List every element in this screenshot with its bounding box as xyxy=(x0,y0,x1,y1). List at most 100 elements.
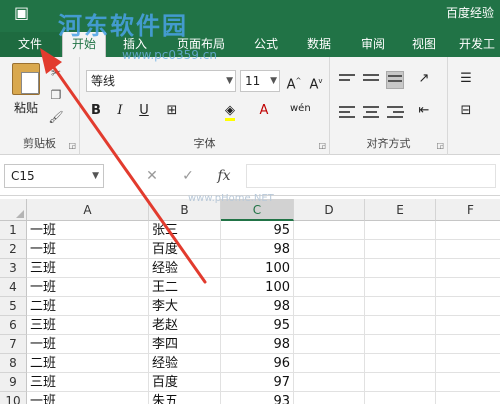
cell-b[interactable]: 百度 xyxy=(149,240,221,259)
column-header-a[interactable]: A xyxy=(27,199,149,221)
cell-d[interactable] xyxy=(294,259,365,278)
row-header[interactable]: 3 xyxy=(0,259,27,278)
tab-view[interactable]: 视图 xyxy=(402,32,446,57)
cell-e[interactable] xyxy=(365,221,436,240)
orientation-icon[interactable]: ↗ xyxy=(414,69,434,89)
cell-d[interactable] xyxy=(294,316,365,335)
cell-d[interactable] xyxy=(294,335,365,354)
cell-b[interactable]: 李大 xyxy=(149,297,221,316)
row-header[interactable]: 2 xyxy=(0,240,27,259)
cell-e[interactable] xyxy=(365,354,436,373)
cell-c[interactable]: 96 xyxy=(221,354,294,373)
paste-button[interactable]: 粘贴 xyxy=(6,61,46,119)
cell-a[interactable]: 一班 xyxy=(27,240,149,259)
cell-e[interactable] xyxy=(365,278,436,297)
tab-developer[interactable]: 开发工 xyxy=(454,32,500,57)
cell-c[interactable]: 98 xyxy=(221,297,294,316)
wrap-text-icon[interactable]: ☰ xyxy=(456,69,476,89)
cell-d[interactable] xyxy=(294,373,365,392)
name-box[interactable]: C15 ▼ xyxy=(4,164,104,188)
cell-d[interactable] xyxy=(294,278,365,297)
cell-f[interactable] xyxy=(436,373,500,392)
save-icon[interactable]: ▣ xyxy=(14,4,32,22)
row-header[interactable]: 8 xyxy=(0,354,27,373)
tab-formulas[interactable]: 公式 xyxy=(244,32,288,57)
cut-icon[interactable]: ✂ xyxy=(48,65,64,81)
cell-c[interactable]: 95 xyxy=(221,221,294,240)
cell-a[interactable]: 三班 xyxy=(27,373,149,392)
align-right-icon[interactable] xyxy=(386,103,404,121)
cell-e[interactable] xyxy=(365,392,436,404)
cell-f[interactable] xyxy=(436,335,500,354)
column-header-d[interactable]: D xyxy=(294,199,365,221)
select-all-button[interactable] xyxy=(0,199,27,221)
column-header-f[interactable]: F xyxy=(436,199,500,221)
underline-button[interactable]: U xyxy=(134,101,154,121)
cell-a[interactable]: 一班 xyxy=(27,392,149,404)
insert-function-button[interactable]: fx xyxy=(212,164,236,188)
indent-icon[interactable]: ⇤ xyxy=(414,101,434,121)
cell-d[interactable] xyxy=(294,392,365,404)
decrease-font-icon[interactable]: Av xyxy=(306,71,326,92)
dialog-launcher-icon[interactable]: ◲ xyxy=(318,141,326,150)
cell-e[interactable] xyxy=(365,259,436,278)
row-header[interactable]: 9 xyxy=(0,373,27,392)
cell-a[interactable]: 一班 xyxy=(27,335,149,354)
cell-f[interactable] xyxy=(436,354,500,373)
enter-icon[interactable]: ✓ xyxy=(176,164,200,188)
formula-input[interactable] xyxy=(246,164,496,188)
cell-b[interactable]: 经验 xyxy=(149,259,221,278)
cell-a[interactable]: 一班 xyxy=(27,221,149,240)
cell-a[interactable]: 三班 xyxy=(27,316,149,335)
cell-a[interactable]: 二班 xyxy=(27,354,149,373)
middle-align-icon[interactable] xyxy=(362,71,380,89)
align-left-icon[interactable] xyxy=(338,103,356,121)
format-painter-icon[interactable]: 🖌 xyxy=(48,109,64,125)
cell-d[interactable] xyxy=(294,354,365,373)
merge-center-icon[interactable]: ⊟ xyxy=(456,101,476,121)
cell-f[interactable] xyxy=(436,259,500,278)
column-header-e[interactable]: E xyxy=(365,199,436,221)
cell-f[interactable] xyxy=(436,240,500,259)
tab-data[interactable]: 数据 xyxy=(296,32,342,57)
cell-e[interactable] xyxy=(365,335,436,354)
font-color-button[interactable]: A xyxy=(254,101,274,121)
cell-c[interactable]: 100 xyxy=(221,259,294,278)
cell-c[interactable]: 93 xyxy=(221,392,294,404)
cell-e[interactable] xyxy=(365,240,436,259)
fill-color-icon[interactable]: ◈ xyxy=(220,101,240,121)
cell-f[interactable] xyxy=(436,221,500,240)
row-header[interactable]: 10 xyxy=(0,392,27,404)
bottom-align-icon[interactable] xyxy=(386,71,404,89)
dialog-launcher-icon[interactable]: ◲ xyxy=(436,141,444,150)
cell-d[interactable] xyxy=(294,240,365,259)
copy-icon[interactable]: ❐ xyxy=(48,87,64,103)
cell-e[interactable] xyxy=(365,373,436,392)
cell-a[interactable]: 二班 xyxy=(27,297,149,316)
bold-button[interactable]: B xyxy=(86,101,106,121)
top-align-icon[interactable] xyxy=(338,71,356,89)
font-family-select[interactable]: 等线 ▼ xyxy=(86,70,236,92)
cell-e[interactable] xyxy=(365,297,436,316)
dialog-launcher-icon[interactable]: ◲ xyxy=(68,141,76,150)
phonetic-guide-button[interactable]: wén xyxy=(290,99,311,119)
cell-d[interactable] xyxy=(294,297,365,316)
cell-b[interactable]: 经验 xyxy=(149,354,221,373)
row-header[interactable]: 7 xyxy=(0,335,27,354)
row-header[interactable]: 6 xyxy=(0,316,27,335)
italic-button[interactable]: I xyxy=(110,101,130,121)
row-header[interactable]: 1 xyxy=(0,221,27,240)
row-header[interactable]: 4 xyxy=(0,278,27,297)
cell-b[interactable]: 老赵 xyxy=(149,316,221,335)
cell-c[interactable]: 98 xyxy=(221,240,294,259)
borders-icon[interactable]: ⊞ xyxy=(162,101,182,121)
tab-file[interactable]: 文件 xyxy=(0,32,60,57)
row-header[interactable]: 5 xyxy=(0,297,27,316)
cell-b[interactable]: 朱五 xyxy=(149,392,221,404)
cell-a[interactable]: 一班 xyxy=(27,278,149,297)
cell-b[interactable]: 王二 xyxy=(149,278,221,297)
cell-d[interactable] xyxy=(294,221,365,240)
tab-review[interactable]: 审阅 xyxy=(350,32,396,57)
cancel-icon[interactable]: ✕ xyxy=(140,164,164,188)
font-size-select[interactable]: 11 ▼ xyxy=(240,70,280,92)
